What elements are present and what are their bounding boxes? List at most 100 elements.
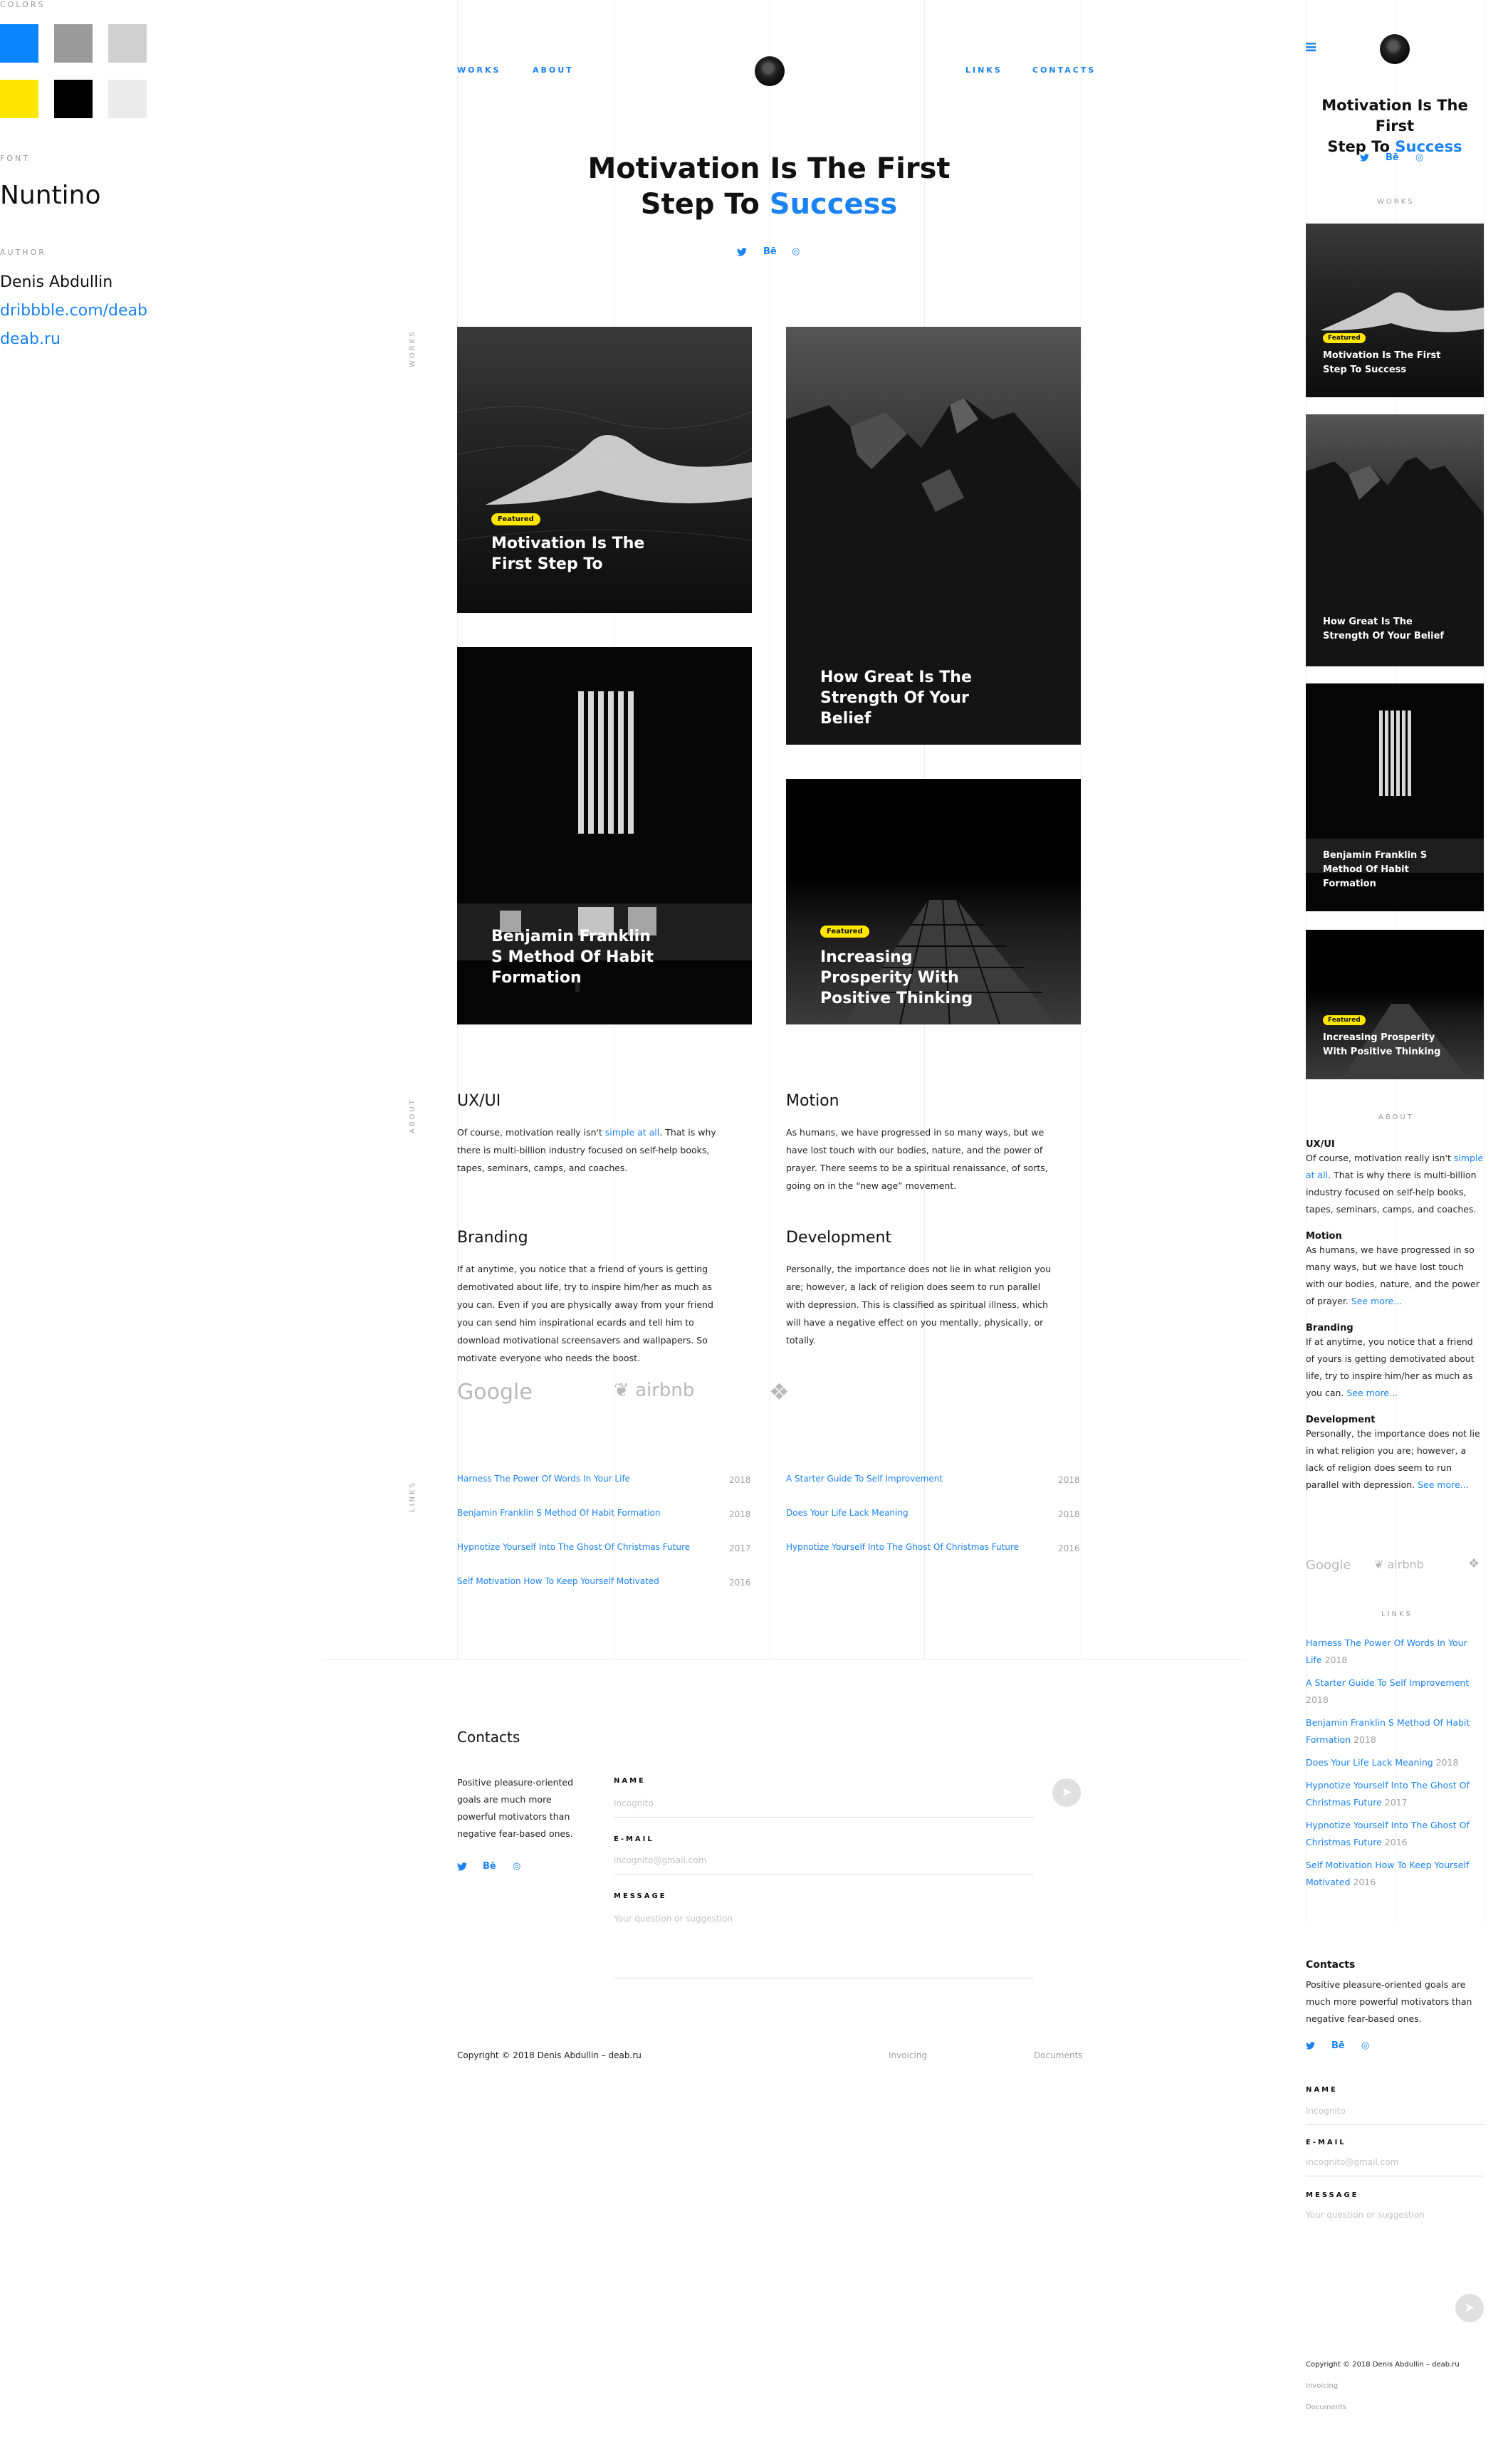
hero-title: Motivation Is The First Step To Success <box>555 151 983 222</box>
instagram-icon[interactable]: ◎ <box>1361 2040 1369 2051</box>
behance-icon[interactable]: Bē <box>763 246 777 257</box>
hamburger-menu-icon[interactable]: ≡ <box>1304 38 1317 56</box>
about-motion-text: As humans, we have progressed in so many… <box>786 1127 1048 1191</box>
mobile-email-input[interactable]: incognito@gmail.com <box>1306 2157 1398 2167</box>
mobile-footer-documents[interactable]: Documents <box>1306 2403 1346 2411</box>
link-item-title[interactable]: A Starter Guide To Self Improvement <box>786 1474 943 1484</box>
mobile-work-card-belief[interactable]: How Great Is The Strength Of Your Belief <box>1306 414 1484 666</box>
message-input[interactable]: Your question or suggestion <box>614 1914 733 1924</box>
mobile-branding-title: Branding <box>1306 1323 1353 1333</box>
hero-line1: Motivation Is The First <box>587 152 951 185</box>
link-item-year: 2017 <box>729 1543 751 1553</box>
mobile-grid-line <box>1484 0 1485 1922</box>
mobile-logo-avatar[interactable] <box>1380 34 1410 64</box>
link-item-title[interactable]: Benjamin Franklin S Method Of Habit Form… <box>457 1508 660 1518</box>
mobile-link-title[interactable]: Self Motivation How To Keep Yourself Mot… <box>1306 1860 1469 1887</box>
about-motion-title: Motion <box>786 1092 839 1110</box>
mobile-works-label: WORKS <box>1377 198 1415 206</box>
email-input[interactable]: incognito@gmail.com <box>614 1855 706 1865</box>
mobile-link-item[interactable]: Harness The Power Of Words In Your Life … <box>1306 1635 1484 1669</box>
mobile-hero-accent: Success <box>1395 138 1462 155</box>
twitter-icon[interactable] <box>737 248 747 259</box>
instagram-icon[interactable]: ◎ <box>1415 152 1423 163</box>
about-development-title: Development <box>786 1229 892 1247</box>
mobile-name-label: NAME <box>1306 2086 1338 2094</box>
footer-invoicing-link[interactable]: Invoicing <box>889 2050 927 2060</box>
mobile-link-item[interactable]: Hypnotize Yourself Into The Ghost Of Chr… <box>1306 1777 1484 1811</box>
google-logo: Google <box>1306 1558 1351 1573</box>
contacts-title: Contacts <box>457 1729 520 1746</box>
behance-icon[interactable]: Bē <box>1386 152 1399 163</box>
mobile-link-title[interactable]: Benjamin Franklin S Method Of Habit Form… <box>1306 1717 1470 1745</box>
work-card-motivation[interactable]: Featured Motivation Is The First Step To <box>457 327 752 613</box>
behance-icon[interactable]: Bē <box>1331 2040 1345 2051</box>
author-name: Denis Abdullin <box>0 273 113 291</box>
grid-line <box>1081 0 1082 1659</box>
link-item-title[interactable]: Harness The Power Of Words In Your Life <box>457 1474 630 1484</box>
mobile-link-year: 2018 <box>1306 1694 1329 1705</box>
footer-documents-link[interactable]: Documents <box>1034 2050 1082 2060</box>
instagram-icon[interactable]: ◎ <box>792 246 800 257</box>
about-uxui-link[interactable]: simple at all <box>605 1127 659 1138</box>
author-site-link[interactable]: deab.ru <box>0 330 61 348</box>
work-card-franklin[interactable]: Benjamin Franklin S Method Of Habit Form… <box>457 647 752 1024</box>
mobile-message-input[interactable]: Your question or suggestion <box>1306 2210 1425 2220</box>
mobile-name-underline <box>1306 2124 1484 2125</box>
mobile-link-year: 2017 <box>1384 1797 1408 1808</box>
work-card-belief[interactable]: How Great Is The Strength Of Your Belief <box>786 327 1081 745</box>
mobile-link-year: 2016 <box>1353 1877 1376 1887</box>
about-development-text: Personally, the importance does not lie … <box>786 1264 1052 1346</box>
see-more-link[interactable]: See more... <box>1346 1388 1398 1398</box>
mobile-link-title[interactable]: A Starter Guide To Self Improvement <box>1306 1677 1469 1688</box>
name-input[interactable]: Incognito <box>614 1798 654 1808</box>
logo-avatar[interactable] <box>755 56 785 86</box>
nav-works[interactable]: WORKS <box>457 65 501 75</box>
link-item-title[interactable]: Hypnotize Yourself Into The Ghost Of Chr… <box>457 1542 690 1552</box>
send-button[interactable]: ➤ <box>1052 1778 1081 1807</box>
mobile-send-button[interactable]: ➤ <box>1455 2294 1484 2322</box>
card-title: Motivation Is The First Step To Success <box>1323 350 1441 375</box>
instagram-icon[interactable]: ◎ <box>513 1861 520 1872</box>
nav-about[interactable]: ABOUT <box>533 65 574 75</box>
behance-icon[interactable]: Bē <box>483 1861 496 1872</box>
see-more-link[interactable]: See more... <box>1418 1479 1469 1490</box>
hero-accent: Success <box>769 188 898 221</box>
about-branding-text: If at anytime, you notice that a friend … <box>457 1264 713 1363</box>
mobile-link-item[interactable]: Does Your Life Lack Meaning 2018 <box>1306 1754 1484 1771</box>
hero-line2: Step To Success <box>555 187 983 222</box>
card-title: Increasing Prosperity With Positive Thin… <box>820 948 973 1007</box>
twitter-icon[interactable] <box>1306 2042 1315 2053</box>
mobile-footer-invoicing[interactable]: Invoicing <box>1306 2382 1338 2390</box>
mobile-uxui-post: . That is why there is multi-billion ind… <box>1306 1170 1477 1215</box>
mobile-work-card-prosperity[interactable]: Featured Increasing Prosperity With Posi… <box>1306 930 1484 1079</box>
mobile-work-card-franklin[interactable]: Benjamin Franklin S Method Of Habit Form… <box>1306 683 1484 911</box>
mobile-link-title[interactable]: Does Your Life Lack Meaning <box>1306 1757 1433 1768</box>
link-item-title[interactable]: Hypnotize Yourself Into The Ghost Of Chr… <box>786 1542 1019 1552</box>
mobile-link-item[interactable]: Hypnotize Yourself Into The Ghost Of Chr… <box>1306 1817 1484 1851</box>
mobile-name-input[interactable]: Incognito <box>1306 2106 1346 2116</box>
mobile-uxui-pre: Of course, motivation really isn't <box>1306 1153 1454 1163</box>
see-more-link[interactable]: See more... <box>1351 1296 1403 1306</box>
nav-links[interactable]: LINKS <box>965 65 1002 75</box>
link-item-title[interactable]: Self Motivation How To Keep Yourself Mot… <box>457 1576 659 1586</box>
mobile-about-label: ABOUT <box>1378 1113 1414 1121</box>
color-swatch-offwhite <box>108 80 147 118</box>
link-item-title[interactable]: Does Your Life Lack Meaning <box>786 1508 909 1518</box>
font-name: Nuntino <box>0 181 101 210</box>
mobile-uxui-title: UX/UI <box>1306 1139 1335 1150</box>
card-title: How Great Is The Strength Of Your Belief <box>1323 617 1445 641</box>
work-card-prosperity[interactable]: Featured Increasing Prosperity With Posi… <box>786 779 1081 1024</box>
colors-label: COLORS <box>0 0 46 9</box>
hero-line2-pre: Step To <box>640 188 770 221</box>
mobile-link-item[interactable]: A Starter Guide To Self Improvement 2018 <box>1306 1674 1484 1709</box>
twitter-icon[interactable] <box>1360 154 1369 164</box>
mobile-contacts-text: Positive pleasure-oriented goals are muc… <box>1306 1979 1472 2024</box>
mobile-link-item[interactable]: Self Motivation How To Keep Yourself Mot… <box>1306 1857 1484 1891</box>
twitter-icon[interactable] <box>457 1862 467 1874</box>
nav-contacts[interactable]: CONTACTS <box>1032 65 1096 75</box>
mobile-link-item[interactable]: Benjamin Franklin S Method Of Habit Form… <box>1306 1714 1484 1749</box>
mobile-uxui-text: Of course, motivation really isn't simpl… <box>1306 1150 1484 1218</box>
mobile-work-card-motivation[interactable]: Featured Motivation Is The First Step To… <box>1306 224 1484 397</box>
author-dribbble-link[interactable]: dribbble.com/deab <box>0 302 147 320</box>
about-uxui-text: Of course, motivation really isn't simpl… <box>457 1123 728 1177</box>
